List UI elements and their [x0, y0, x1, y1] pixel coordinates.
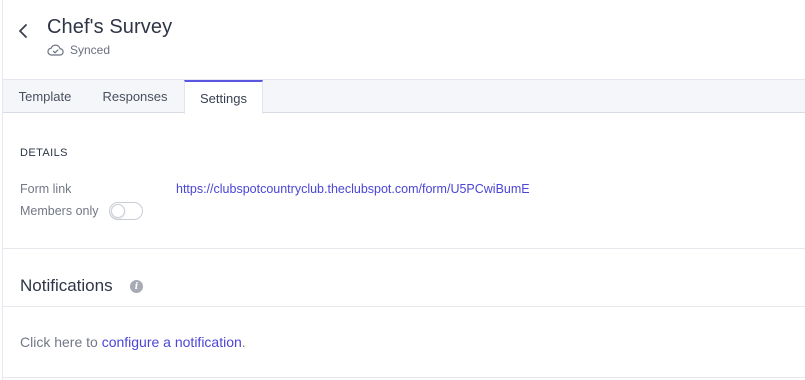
notifications-suffix: .	[241, 334, 246, 350]
page-header: Chef's Survey Synced	[3, 0, 805, 79]
notifications-prefix: Click here to	[20, 334, 102, 350]
tab-template[interactable]: Template	[3, 80, 87, 113]
sync-status: Synced	[47, 43, 110, 57]
tab-settings[interactable]: Settings	[184, 80, 263, 114]
form-link[interactable]: https://clubspotcountryclub.theclubspot.…	[176, 182, 530, 196]
form-link-label: Form link	[20, 182, 72, 196]
notifications-body: Click here to configure a notification.	[3, 308, 805, 378]
notifications-message: Click here to configure a notification.	[20, 334, 246, 350]
back-button[interactable]	[13, 21, 33, 41]
members-only-toggle[interactable]	[109, 202, 143, 220]
tab-responses[interactable]: Responses	[87, 80, 183, 113]
details-section: DETAILS Form link https://clubspotcountr…	[3, 114, 805, 249]
cloud-check-icon	[47, 44, 64, 56]
notifications-header: Notifications i	[3, 249, 805, 307]
page-frame: Chef's Survey Synced Template Responses …	[2, 0, 805, 380]
info-icon[interactable]: i	[130, 280, 143, 293]
tab-bar: Template Responses Settings	[3, 79, 805, 114]
notifications-title: Notifications	[20, 276, 113, 295]
details-heading: DETAILS	[20, 147, 68, 159]
toggle-knob	[111, 204, 125, 218]
sync-status-label: Synced	[70, 43, 111, 57]
members-only-label: Members only	[20, 204, 99, 218]
configure-notification-link[interactable]: configure a notification	[102, 334, 242, 350]
page-title: Chef's Survey	[47, 16, 173, 38]
chevron-left-icon	[19, 24, 27, 38]
